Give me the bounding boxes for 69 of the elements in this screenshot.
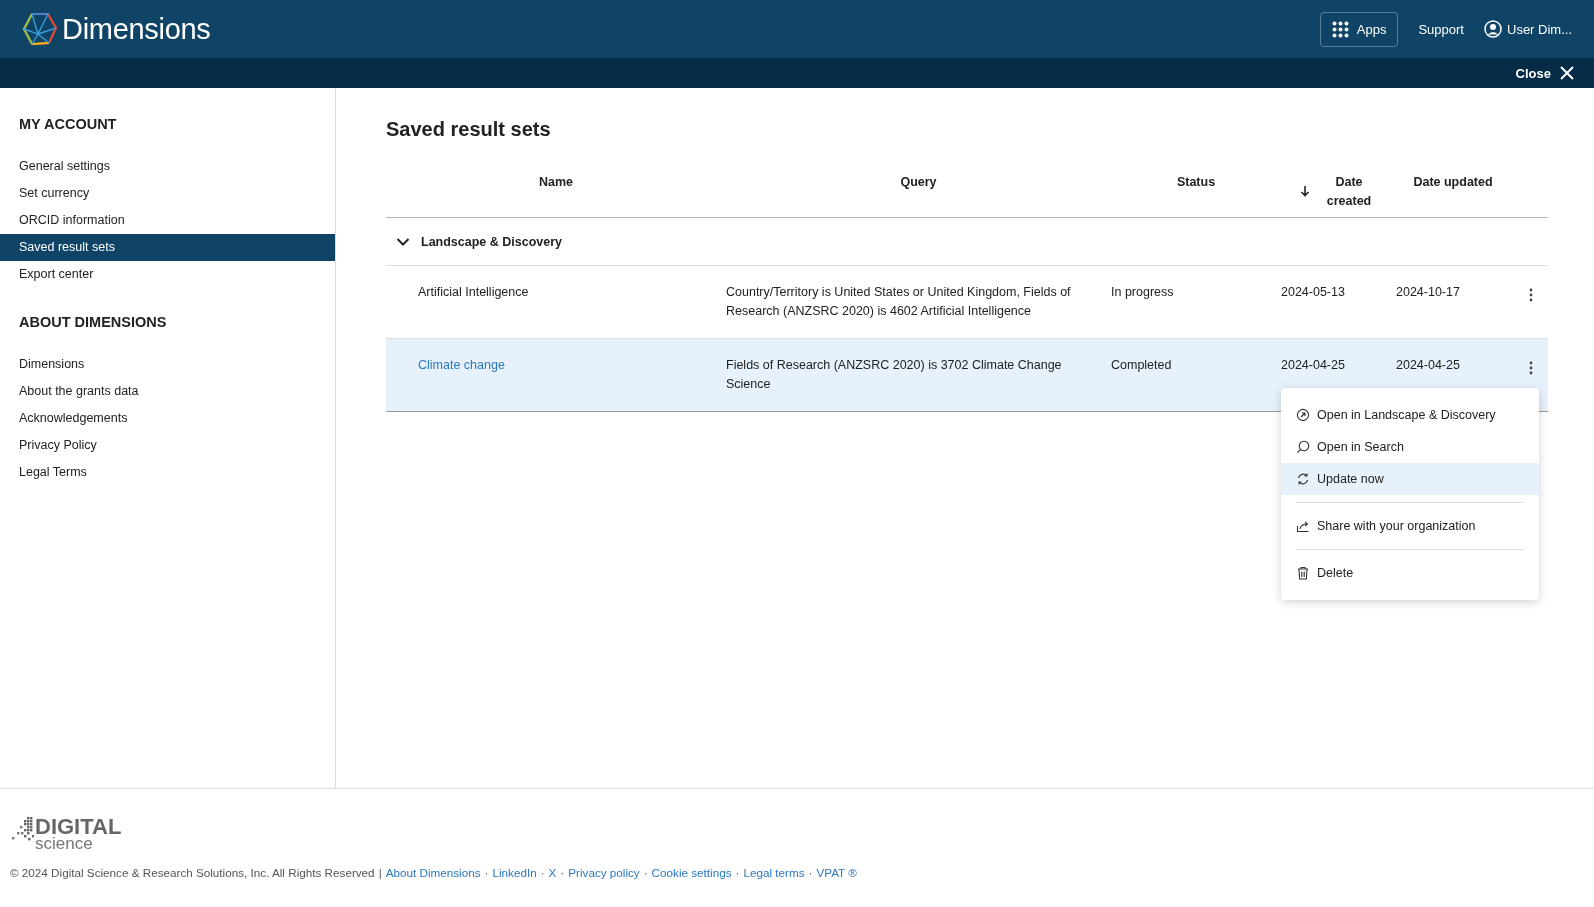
table-cell: 2024-04-25 bbox=[1281, 358, 1345, 372]
search-icon bbox=[1296, 440, 1310, 454]
sidebar-item[interactable]: ORCID information bbox=[0, 207, 335, 234]
column-header[interactable]: Date updated bbox=[1413, 175, 1493, 189]
sidebar-item[interactable]: Privacy Policy bbox=[0, 432, 335, 459]
sidebar-item[interactable]: Saved result sets bbox=[0, 234, 335, 261]
page-title: Saved result sets bbox=[386, 118, 552, 141]
sidebar-item[interactable]: General settings bbox=[0, 153, 335, 180]
footer-link[interactable]: About Dimensions bbox=[385, 866, 481, 879]
user-avatar-icon bbox=[1484, 20, 1502, 38]
separator: · bbox=[734, 866, 741, 879]
column-header[interactable]: Name bbox=[538, 175, 573, 189]
sidebar-item[interactable]: Legal Terms bbox=[0, 459, 335, 486]
column-header[interactable]: Date created bbox=[1324, 173, 1374, 211]
menu-item[interactable]: Delete bbox=[1281, 557, 1539, 589]
table-cell: Completed bbox=[1111, 358, 1172, 372]
section-heading: ABOUT DIMENSIONS bbox=[18, 314, 168, 330]
table-cell: 2024-05-13 bbox=[1281, 285, 1345, 299]
footer-link[interactable]: Privacy policy bbox=[568, 866, 640, 879]
more-icon bbox=[1528, 288, 1533, 302]
apps-button[interactable]: Apps bbox=[1319, 11, 1399, 47]
table-cell: 2024-10-17 bbox=[1396, 285, 1460, 299]
table-cell: Fields of Research (ANZSRC 2020) is 3702 Climate Change Science bbox=[726, 358, 1062, 391]
grid-icon bbox=[1331, 20, 1349, 38]
copyright-text: © 2024 Digital Science & Research Solutions, Inc. All Rights Reserved bbox=[10, 866, 375, 879]
separator: | bbox=[377, 866, 383, 879]
chevron-icon[interactable] bbox=[396, 236, 410, 247]
menu-item[interactable]: Update now bbox=[1281, 463, 1539, 495]
sidebar-item[interactable]: Acknowledgements bbox=[0, 405, 335, 432]
refresh-icon bbox=[1296, 472, 1310, 486]
footer-link[interactable]: Legal terms bbox=[743, 866, 805, 879]
sidebar-item[interactable]: Set currency bbox=[0, 180, 335, 207]
column-header[interactable]: Status bbox=[1176, 175, 1216, 189]
column-header[interactable]: Query bbox=[900, 175, 937, 189]
logo-text: science bbox=[35, 837, 94, 851]
trash-icon bbox=[1296, 566, 1310, 580]
footer-link[interactable]: Cookie settings bbox=[651, 866, 732, 879]
brand-name: Dimensions bbox=[62, 12, 211, 46]
footer-link[interactable]: LinkedIn bbox=[492, 866, 537, 879]
table-cell: In progress bbox=[1111, 285, 1174, 299]
menu-item[interactable]: Share with your organization bbox=[1281, 510, 1539, 542]
separator: · bbox=[483, 866, 490, 879]
sidebar-item[interactable]: Export center bbox=[0, 261, 335, 288]
result-set-name[interactable]: Artificial Intelligence bbox=[418, 285, 529, 299]
group-label: Landscape & Discovery bbox=[421, 234, 563, 249]
user-menu-button[interactable]: User Dim... bbox=[1484, 20, 1572, 38]
logo-text: DIGITAL bbox=[35, 817, 122, 837]
menu-item[interactable]: Open in Search bbox=[1281, 431, 1539, 463]
separator: · bbox=[559, 866, 566, 879]
sidebar-item[interactable]: Dimensions bbox=[0, 351, 335, 378]
section-heading: MY ACCOUNT bbox=[18, 116, 118, 132]
share-icon bbox=[1296, 519, 1310, 533]
result-set-name[interactable]: Climate change bbox=[418, 358, 505, 372]
more-icon bbox=[1528, 361, 1533, 375]
separator: · bbox=[642, 866, 649, 879]
sidebar-item[interactable]: About the grants data bbox=[0, 378, 335, 405]
hexagon-logo-icon bbox=[22, 12, 58, 46]
footer-link[interactable]: VPAT ® bbox=[816, 866, 857, 879]
pixel-mark-icon bbox=[10, 817, 34, 843]
close-icon bbox=[1560, 66, 1574, 80]
table-cell: Country/Territory is United States or United Kingdom, Fields of Research (ANZSRC 2020) is 4602 Artificial Intelligence bbox=[726, 285, 1071, 318]
close-button[interactable]: Close bbox=[1515, 65, 1574, 81]
footer-link[interactable]: X bbox=[548, 866, 557, 879]
support-link[interactable]: Support bbox=[1408, 21, 1474, 37]
table-cell: 2024-04-25 bbox=[1396, 358, 1460, 372]
separator: · bbox=[807, 866, 814, 879]
arrow-circle-icon bbox=[1296, 408, 1310, 422]
separator: · bbox=[539, 866, 546, 879]
down-arrow-icon bbox=[1300, 185, 1310, 197]
